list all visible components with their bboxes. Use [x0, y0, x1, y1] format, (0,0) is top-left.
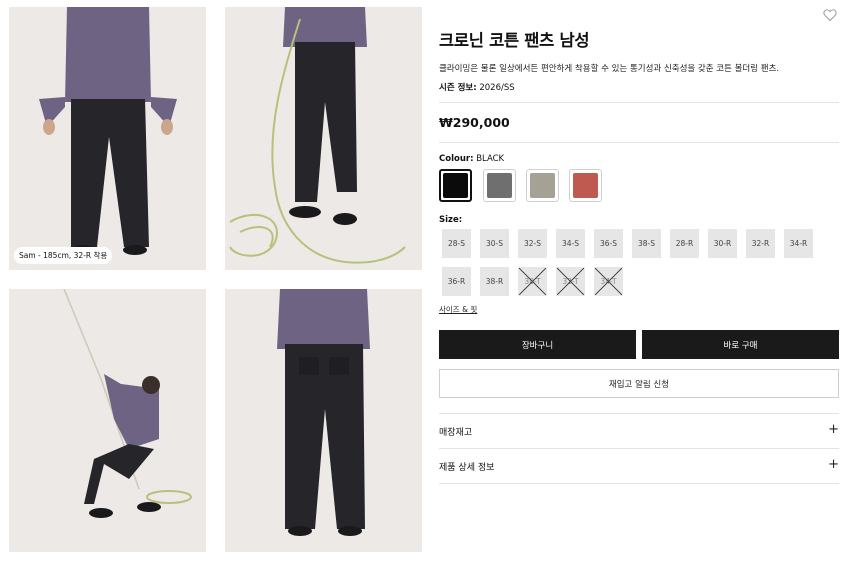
divider — [439, 102, 839, 103]
product-photo-back[interactable] — [225, 289, 422, 552]
size-option-36-r[interactable]: 36-R — [442, 267, 471, 296]
size-option-label: 30-S — [485, 239, 503, 248]
size-option-label: 30-R — [713, 239, 732, 248]
size-option-38-s[interactable]: 38-S — [632, 229, 661, 258]
size-option-label: 34-S — [561, 239, 579, 248]
size-option-label: 28-R — [675, 239, 694, 248]
size-label: Size: — [439, 215, 463, 225]
size-option-28-r[interactable]: 28-R — [670, 229, 699, 258]
size-option-label: 28-S — [447, 239, 465, 248]
size-option-32-r[interactable]: 32-R — [746, 229, 775, 258]
colour-swatch-fill — [443, 173, 468, 198]
restock-notify-button[interactable]: 재입고 알림 신청 — [439, 369, 839, 398]
size-option-label: 32-S — [523, 239, 541, 248]
season-value: 2026/SS — [479, 83, 515, 93]
accordion-store-stock-label: 매장재고 — [439, 428, 473, 438]
size-option-34-r[interactable]: 34-R — [784, 229, 813, 258]
size-option-label: 36-S — [599, 239, 617, 248]
size-option-label: 34-R — [789, 239, 808, 248]
product-price: ₩290,000 — [439, 115, 510, 130]
size-option-label: 32-R — [751, 239, 770, 248]
colour-swatch-red[interactable] — [569, 169, 602, 202]
colour-swatch-khaki[interactable] — [526, 169, 559, 202]
season-info: 시즌 정보: 2026/SS — [439, 81, 515, 93]
product-photo-climbing-rope[interactable] — [225, 7, 422, 270]
model-front-image — [9, 7, 206, 270]
divider — [439, 142, 839, 143]
buy-now-button[interactable]: 바로 구매 — [642, 330, 839, 359]
size-option-34-t[interactable]: 34-T — [594, 267, 623, 296]
colour-swatch-fill — [530, 173, 555, 198]
model-rope-image — [225, 7, 422, 270]
expand-plus-icon[interactable]: + — [828, 457, 839, 472]
size-option-30-t[interactable]: 30-T — [518, 267, 547, 296]
product-photo-front[interactable]: Sam - 185cm, 32-R 착용 — [9, 7, 206, 270]
add-to-cart-button[interactable]: 장바구니 — [439, 330, 636, 359]
size-option-label: 38-S — [637, 239, 655, 248]
colour-selected-name: BLACK — [476, 154, 505, 164]
product-description: 클라이밍은 물론 일상에서든 편안하게 착용할 수 있는 통기성과 신축성을 갖… — [439, 64, 780, 74]
divider — [439, 483, 839, 484]
product-photo-climbing-pose[interactable] — [9, 289, 206, 552]
size-option-label: 38-R — [485, 277, 504, 286]
expand-plus-icon[interactable]: + — [828, 422, 839, 437]
size-option-38-r[interactable]: 38-R — [480, 267, 509, 296]
size-guide-link[interactable]: 사이즈 & 핏 — [439, 304, 477, 315]
season-label: 시즌 정보: — [439, 83, 477, 93]
colour-swatch-grey[interactable] — [483, 169, 516, 202]
size-option-30-s[interactable]: 30-S — [480, 229, 509, 258]
sold-out-cross-icon — [557, 268, 584, 295]
colour-swatch-fill — [487, 173, 512, 198]
size-option-28-s[interactable]: 28-S — [442, 229, 471, 258]
size-option-30-r[interactable]: 30-R — [708, 229, 737, 258]
accordion-store-stock[interactable]: 매장재고 + — [439, 414, 839, 448]
colour-swatch-fill — [573, 173, 598, 198]
colour-label-title: Colour: — [439, 154, 474, 164]
size-option-label: 36-R — [447, 277, 466, 286]
size-option-34-s[interactable]: 34-S — [556, 229, 585, 258]
size-option-32-t[interactable]: 32-T — [556, 267, 585, 296]
wishlist-heart-icon[interactable] — [823, 8, 837, 22]
model-climbing-image — [9, 289, 206, 552]
model-back-image — [225, 289, 422, 552]
accordion-product-details-label: 제품 상세 정보 — [439, 463, 495, 473]
colour-swatch-black[interactable] — [439, 169, 472, 202]
sold-out-cross-icon — [519, 268, 546, 295]
product-title: 크로닌 코튼 팬츠 남성 — [439, 31, 590, 50]
accordion-product-details[interactable]: 제품 상세 정보 + — [439, 449, 839, 483]
size-option-36-s[interactable]: 36-S — [594, 229, 623, 258]
sold-out-cross-icon — [595, 268, 622, 295]
colour-label: Colour: BLACK — [439, 154, 504, 164]
size-option-32-s[interactable]: 32-S — [518, 229, 547, 258]
model-size-caption: Sam - 185cm, 32-R 착용 — [14, 247, 113, 264]
